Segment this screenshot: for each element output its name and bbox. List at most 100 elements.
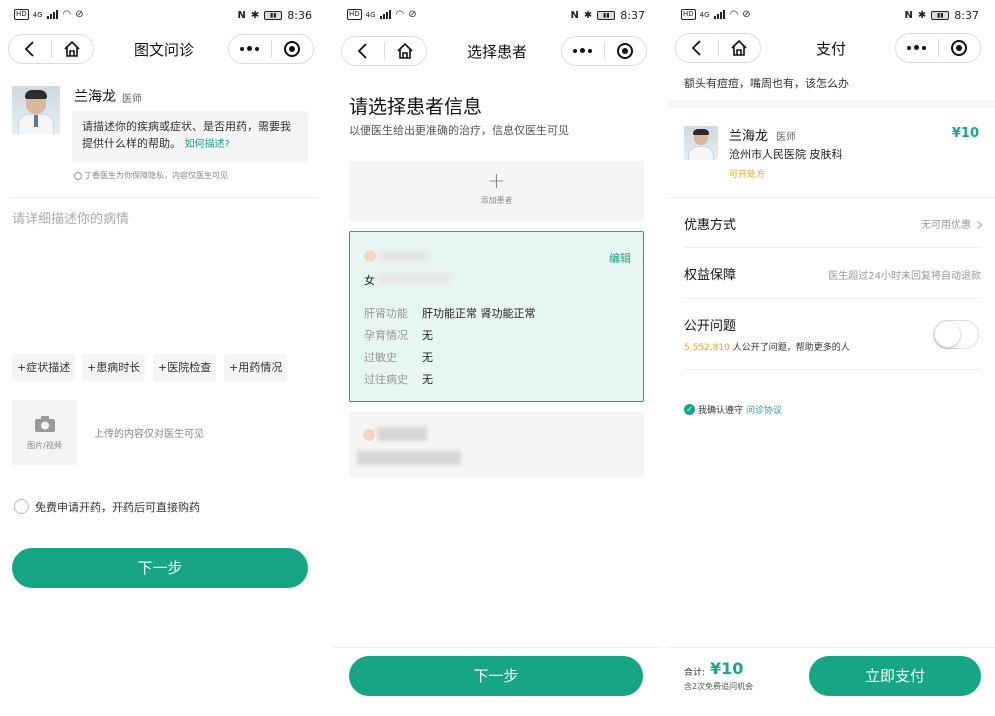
check-circle-icon[interactable]: ✓ (684, 404, 695, 415)
more-button[interactable] (896, 34, 938, 62)
next-button[interactable]: 下一步 (349, 656, 643, 696)
doctor-prompt-bubble: 请描述你的疾病或症状、是否用药，需要我提供什么样的帮助。 如何描述? (72, 111, 308, 163)
back-arrow-icon (691, 40, 701, 56)
info-row: 过敏史 无 (364, 349, 433, 365)
info-row-value: 无 (422, 329, 433, 342)
info-row: 过往病史 无 (364, 371, 433, 387)
patient-card[interactable] (349, 411, 644, 477)
agree-text: 我确认遵守 (698, 406, 744, 416)
close-miniprogram-button[interactable] (605, 37, 647, 65)
info-row-label: 孕育情况 (364, 329, 408, 342)
select-patient-subheading: 以便医生给出更准确的治疗，信息仅医生可见 (349, 124, 569, 137)
home-icon (731, 39, 747, 56)
nfc-icon: N (570, 10, 579, 21)
back-button[interactable] (9, 35, 51, 63)
upload-button[interactable]: 图片/视频 (12, 400, 77, 465)
hospital-name: 沧州市人民医院 (729, 148, 806, 161)
bluetooth-icon: ✱ (583, 10, 593, 21)
patient-avatar-icon (364, 250, 376, 262)
clock: 8:36 (287, 9, 312, 22)
nfc-icon: N (237, 10, 246, 21)
plus-icon: + (158, 361, 168, 374)
next-button[interactable]: 下一步 (12, 548, 308, 588)
screen-consultation: HD 4G ◠ ⊘ N ✱ ▮▮ 8:36 图文问诊 兰海龙 医师 请描述你的疾… (0, 0, 328, 716)
back-button[interactable] (342, 37, 384, 65)
plus-icon: + (87, 361, 97, 374)
condition-textarea[interactable]: 请详细描述你的病情 (12, 206, 308, 346)
battery-icon: ▮▮ (931, 11, 950, 20)
close-miniprogram-button[interactable] (272, 35, 314, 63)
discount-row[interactable]: 优惠方式 无可用优惠 (684, 214, 983, 234)
home-button[interactable] (385, 37, 427, 65)
network-label: 4G (32, 10, 43, 19)
signal-icon (713, 10, 726, 19)
agreement-link[interactable]: 问诊协议 (746, 403, 782, 416)
network-label: 4G (365, 10, 376, 19)
wifi-icon: ◠ (62, 9, 72, 20)
target-icon (284, 41, 301, 57)
chevron-right-icon (973, 220, 983, 230)
home-button[interactable] (52, 35, 94, 63)
hd-badge: HD (14, 9, 29, 20)
info-row-value: 无 (422, 351, 433, 364)
chip-hospital-exam[interactable]: +医院检查 (153, 354, 217, 381)
doctor-title: 医师 (776, 132, 796, 143)
status-bar: HD 4G ◠ ⊘ N ✱ ▮▮ 8:37 (667, 6, 995, 26)
back-button[interactable] (676, 34, 718, 62)
public-desc-text: 人公开了问题，帮助更多的人 (732, 343, 850, 353)
back-arrow-icon (357, 43, 367, 59)
info-row-label: 过敏史 (364, 351, 397, 364)
patient-avatar-icon (363, 429, 375, 441)
discount-label: 优惠方式 (684, 218, 737, 233)
home-icon (397, 42, 413, 59)
chip-duration[interactable]: +患病时长 (82, 354, 146, 381)
more-button[interactable] (229, 35, 271, 63)
info-row-value: 肝功能正常 肾功能正常 (422, 307, 536, 320)
edit-link[interactable]: 编辑 (609, 250, 631, 266)
add-patient-button[interactable]: + 添加患者 (349, 161, 644, 221)
doctor-avatar (12, 86, 60, 134)
wifi-icon: ◠ (395, 9, 405, 20)
upload-note: 上传的内容仅对医生可见 (94, 429, 204, 440)
discount-value: 无可用优惠 (921, 220, 971, 231)
info-row-label: 过往病史 (364, 373, 408, 386)
toggle-knob (935, 322, 960, 347)
chip-duration-label: 患病时长 (96, 361, 141, 374)
doctor-name: 兰海龙 (729, 129, 769, 144)
info-row: 肝肾功能 肝功能正常 肾功能正常 (364, 305, 536, 321)
chip-symptom[interactable]: +症状描述 (12, 354, 76, 381)
chip-symptom-label: 症状描述 (26, 361, 71, 374)
patient-name-redacted (378, 250, 428, 262)
plus-icon: + (229, 361, 239, 374)
more-button[interactable] (562, 37, 604, 65)
chip-medication[interactable]: +用药情况 (224, 354, 288, 381)
home-icon (64, 40, 80, 57)
public-question-toggle[interactable] (933, 320, 979, 349)
nav-left-capsule (341, 36, 427, 66)
screen-select-patient: HD 4G ◠ ⊘ N ✱ ▮▮ 8:37 选择患者 请选择患者信息 以便医生给… (333, 0, 661, 716)
plus-icon: + (17, 361, 27, 374)
nav-right-capsule (895, 33, 981, 63)
battery-icon: ▮▮ (264, 11, 283, 20)
bluetooth-icon: ✱ (917, 10, 927, 21)
guarantee-label: 权益保障 (684, 268, 737, 283)
doctor-title: 医师 (122, 94, 142, 105)
close-miniprogram-button[interactable] (939, 34, 981, 62)
clock: 8:37 (620, 9, 645, 22)
how-to-describe-link[interactable]: 如何描述? (185, 139, 230, 150)
status-bar: HD 4G ◠ ⊘ N ✱ ▮▮ 8:37 (333, 6, 661, 26)
add-patient-label: 添加患者 (480, 196, 513, 205)
nav-right-capsule (228, 34, 314, 64)
free-prescription-checkbox[interactable] (14, 499, 29, 514)
home-button[interactable] (719, 34, 761, 62)
patient-card-selected[interactable]: 编辑 女 肝肾功能 肝功能正常 肾功能正常 孕育情况无 过敏史无 过往病史无 (349, 231, 644, 402)
nav-bar: 支付 (667, 33, 995, 63)
upload-label: 图片/视频 (27, 441, 62, 450)
patient-age-redacted (378, 273, 450, 284)
info-row-label: 肝肾功能 (364, 307, 408, 320)
clock: 8:37 (954, 9, 979, 22)
nav-bar: 图文问诊 (0, 34, 328, 64)
pay-now-button[interactable]: 立即支付 (809, 656, 981, 696)
more-dots-icon (907, 45, 927, 51)
info-row-value: 无 (422, 373, 433, 386)
